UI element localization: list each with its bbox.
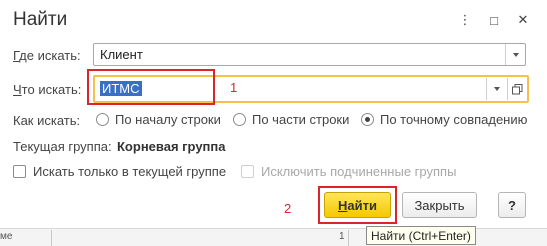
only-current-group-checkbox[interactable]: Искать только в текущей группе: [13, 164, 226, 179]
close-icon[interactable]: ✕: [513, 10, 533, 30]
help-button[interactable]: ?: [498, 192, 526, 218]
radio-circle: [233, 113, 246, 126]
what-label: Что искать:: [13, 82, 82, 97]
open-window-icon: [512, 83, 523, 94]
radio-start-of-line[interactable]: По началу строки: [96, 112, 221, 127]
more-icon[interactable]: ⋮: [455, 10, 475, 30]
radio-part-of-line[interactable]: По части строки: [233, 112, 349, 127]
where-field[interactable]: Клиент: [93, 43, 526, 66]
group-label: Текущая группа:: [13, 139, 112, 154]
annotation-number-2: 2: [284, 201, 292, 216]
close-button[interactable]: Закрыть: [402, 192, 477, 218]
radio-circle-selected: [361, 113, 374, 126]
open-form-button[interactable]: [507, 78, 527, 100]
how-label: Как искать:: [13, 113, 81, 128]
where-label: Где искать:: [13, 48, 81, 63]
radio-circle: [96, 113, 109, 126]
find-dialog: Найти ⋮ □ ✕ Где искать: Клиент Что искат…: [0, 0, 547, 228]
maximize-icon[interactable]: □: [484, 10, 504, 30]
group-value: Корневая группа: [117, 139, 226, 154]
annotation-number-1: 1: [230, 80, 238, 95]
find-button-tooltip: Найти (Ctrl+Enter): [366, 226, 476, 245]
find-button[interactable]: Найти: [324, 192, 391, 218]
dialog-title: Найти: [13, 9, 68, 30]
chevron-down-icon: [493, 87, 500, 91]
background-column-divider: [348, 230, 349, 246]
background-fragment: ме: [0, 231, 13, 242]
exclude-subgroups-checkbox: Исключить подчиненные группы: [241, 164, 456, 179]
radio-exact-match[interactable]: По точному совпадению: [361, 112, 527, 127]
background-fragment-2: 1: [339, 231, 345, 242]
annotation-box-1: [87, 69, 215, 105]
what-dropdown-button[interactable]: [486, 78, 506, 100]
checkbox-box: [13, 165, 26, 178]
where-value: Клиент: [100, 47, 143, 62]
chevron-down-icon: [512, 52, 519, 57]
background-column-divider: [51, 230, 52, 246]
where-dropdown-button[interactable]: [505, 44, 525, 65]
checkbox-box: [241, 165, 254, 178]
